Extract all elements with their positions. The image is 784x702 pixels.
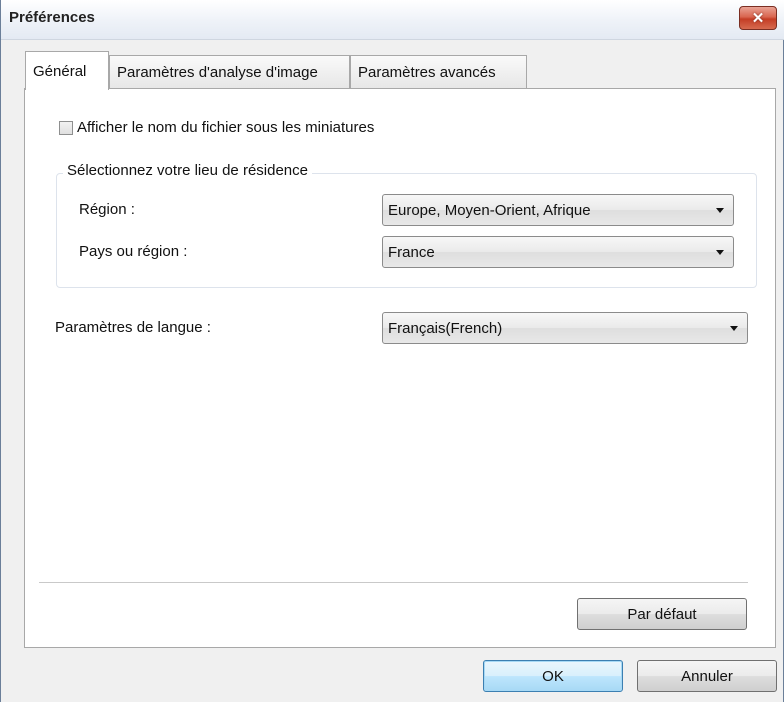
- region-select[interactable]: Europe, Moyen-Orient, Afrique: [382, 194, 734, 226]
- chevron-down-icon: [730, 326, 738, 331]
- country-select[interactable]: France: [382, 236, 734, 268]
- cancel-button-label: Annuler: [681, 667, 733, 685]
- tab-advanced-settings[interactable]: Paramètres avancés: [350, 55, 527, 89]
- default-button[interactable]: Par défaut: [577, 598, 747, 630]
- language-label: Paramètres de langue :: [55, 319, 211, 336]
- ok-button-label: OK: [542, 667, 564, 685]
- tab-label: Paramètres d'analyse d'image: [117, 64, 318, 81]
- show-filename-checkbox[interactable]: [59, 121, 73, 135]
- ok-button[interactable]: OK: [483, 660, 623, 692]
- language-select-value: Français(French): [388, 320, 503, 337]
- show-filename-label[interactable]: Afficher le nom du fichier sous les mini…: [77, 119, 374, 136]
- cancel-button[interactable]: Annuler: [637, 660, 777, 692]
- separator: [39, 582, 748, 584]
- tab-general[interactable]: Général: [25, 51, 109, 90]
- region-select-value: Europe, Moyen-Orient, Afrique: [388, 202, 591, 219]
- residence-group-title: Sélectionnez votre lieu de résidence: [63, 162, 312, 179]
- region-label: Région :: [79, 201, 135, 218]
- tab-label: Paramètres avancés: [358, 64, 496, 81]
- residence-groupbox: [56, 173, 757, 288]
- window-title: Préférences: [9, 9, 95, 26]
- language-select[interactable]: Français(French): [382, 312, 748, 344]
- default-button-label: Par défaut: [627, 605, 697, 623]
- title-bar: Préférences ✕: [1, 0, 784, 40]
- close-icon: ✕: [751, 9, 765, 27]
- close-button[interactable]: ✕: [739, 6, 777, 30]
- tab-image-analysis-settings[interactable]: Paramètres d'analyse d'image: [109, 55, 350, 89]
- chevron-down-icon: [716, 250, 724, 255]
- country-label: Pays ou région :: [79, 243, 188, 260]
- tab-label: Général: [33, 62, 87, 80]
- country-select-value: France: [388, 244, 435, 261]
- chevron-down-icon: [716, 208, 724, 213]
- preferences-dialog: Préférences ✕ Général Paramètres d'analy…: [0, 0, 784, 702]
